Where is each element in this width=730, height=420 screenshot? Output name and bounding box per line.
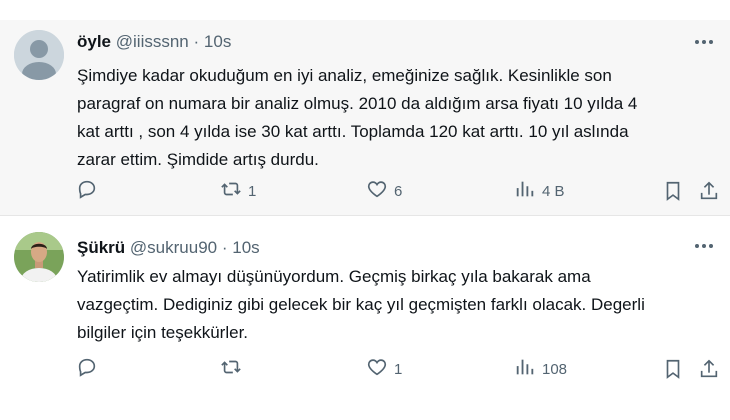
share-icon[interactable] <box>698 354 720 384</box>
author-handle[interactable]: @iiisssnn <box>116 32 189 51</box>
bookmark-icon[interactable] <box>662 354 684 384</box>
like-button[interactable]: 6 <box>366 176 402 206</box>
tweet[interactable]: Şükrü @sukruu90 · 10s Yatirimlik ev alma… <box>0 218 730 418</box>
timestamp[interactable]: 10s <box>204 32 231 51</box>
reply-button[interactable] <box>76 354 104 384</box>
retweet-button[interactable] <box>220 354 248 384</box>
more-icon[interactable] <box>690 236 718 256</box>
tweet[interactable]: öyle @iiisssnn · 10s Şimdiye kadar okudu… <box>0 20 730 216</box>
more-icon[interactable] <box>690 32 718 52</box>
views-button[interactable]: 4 B <box>514 176 565 206</box>
author-name[interactable]: öyle <box>77 32 111 51</box>
tweet-header: öyle @iiisssnn · 10s <box>77 32 231 52</box>
separator: · <box>221 238 228 257</box>
retweet-count: 1 <box>248 182 257 200</box>
heart-icon <box>366 356 388 382</box>
views-count: 108 <box>542 360 568 378</box>
tweet-text: Yatirimlik ev almayı düşünüyordum. Geçmi… <box>77 267 645 342</box>
author-name[interactable]: Şükrü <box>77 238 125 257</box>
retweet-icon <box>220 356 242 382</box>
reply-button[interactable] <box>76 176 104 206</box>
tweet-text: Şimdiye kadar okuduğum en iyi analiz, em… <box>77 66 638 169</box>
retweet-button[interactable]: 1 <box>220 176 256 206</box>
timestamp[interactable]: 10s <box>232 238 259 257</box>
like-count: 6 <box>394 182 403 200</box>
action-bar: 1 108 <box>0 354 730 384</box>
like-button[interactable]: 1 <box>366 354 402 384</box>
views-icon <box>514 178 536 204</box>
tweet-header: Şükrü @sukruu90 · 10s <box>77 238 260 258</box>
retweet-icon <box>220 178 242 204</box>
separator: · <box>193 32 200 51</box>
heart-icon <box>366 178 388 204</box>
avatar[interactable] <box>14 232 64 282</box>
like-count: 1 <box>394 360 403 378</box>
avatar[interactable] <box>14 30 64 80</box>
share-icon[interactable] <box>698 176 720 206</box>
views-icon <box>514 356 536 382</box>
bookmark-icon[interactable] <box>662 176 684 206</box>
reply-icon <box>76 178 98 204</box>
views-count: 4 B <box>542 182 565 200</box>
views-button[interactable]: 108 <box>514 354 567 384</box>
action-bar: 1 6 4 B <box>0 176 730 206</box>
reply-icon <box>76 356 98 382</box>
author-handle[interactable]: @sukruu90 <box>130 238 217 257</box>
